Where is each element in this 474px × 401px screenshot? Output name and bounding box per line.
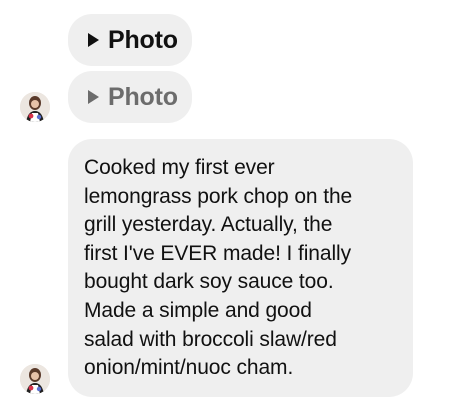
message-line: onion/mint/nuoc cham. — [84, 356, 294, 380]
avatar-image — [20, 92, 50, 122]
avatar-image — [20, 364, 50, 394]
message-line: grill yesterday. Actually, the — [84, 213, 333, 237]
play-icon — [88, 33, 99, 47]
message-line: Made a simple and good — [84, 298, 312, 322]
message-line: salad with broccoli slaw/red — [84, 327, 337, 351]
photo-label: Photo — [108, 82, 178, 111]
message-line: bought dark soy sauce too. — [84, 270, 334, 294]
avatar[interactable] — [20, 92, 50, 122]
play-icon — [88, 90, 99, 104]
message-line: lemongrass pork chop on the — [84, 184, 353, 208]
message-line: first I've EVER made! I finally — [84, 241, 351, 265]
text-message-bubble[interactable]: Cooked my first ever lemongrass pork cho… — [68, 139, 413, 397]
photo-message-bubble[interactable]: Photo — [68, 14, 192, 66]
photo-label: Photo — [108, 25, 178, 54]
avatar[interactable] — [20, 364, 50, 394]
message-line: Cooked my first ever — [84, 156, 275, 179]
photo-message-bubble[interactable]: Photo — [68, 71, 192, 123]
